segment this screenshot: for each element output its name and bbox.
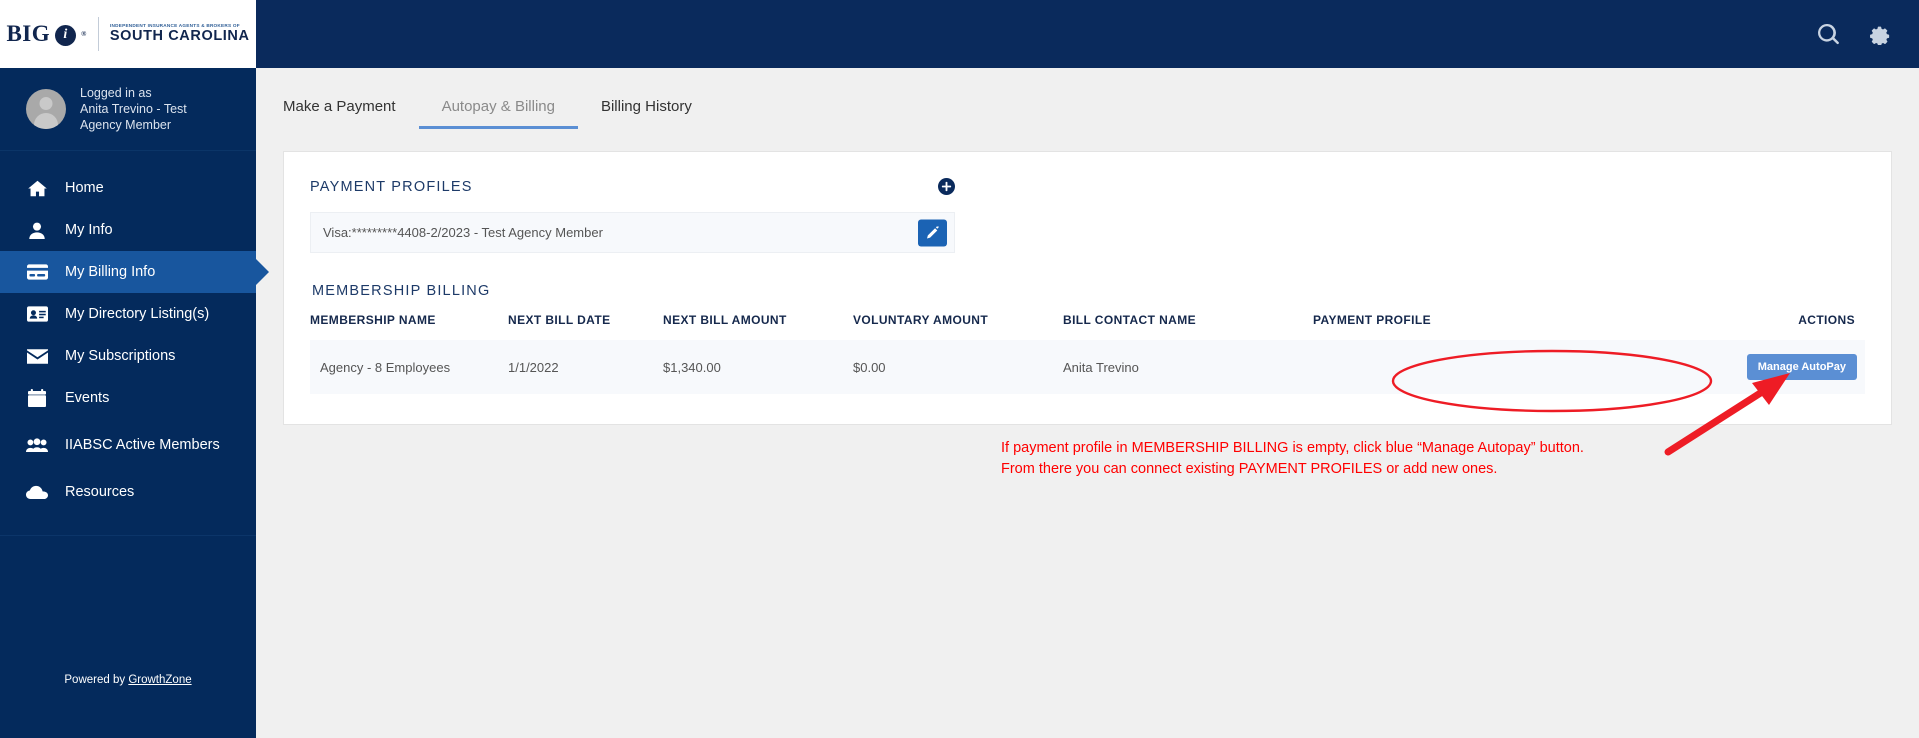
- sidebar-item-label: My Info: [65, 222, 113, 238]
- logged-in-label: Logged in as: [80, 86, 152, 100]
- sidebar-item-label: IIABSC Active Members: [65, 437, 220, 453]
- tab-billing-history[interactable]: Billing History: [578, 98, 715, 129]
- cell-voluntary-amount: $0.00: [853, 340, 1063, 394]
- logo-i-icon: i: [55, 24, 77, 46]
- logo-tagline: INDEPENDENT INSURANCE AGENTS & BROKERS O…: [109, 22, 240, 28]
- sidebar-item-resources[interactable]: Resources: [0, 471, 256, 513]
- content: Make a Payment Autopay & Billing Billing…: [256, 68, 1919, 738]
- home-icon: [26, 178, 48, 198]
- membership-billing-table: MEMBERSHIP NAME NEXT BILL DATE NEXT BILL…: [310, 313, 1865, 394]
- cell-next-bill-amount: $1,340.00: [663, 340, 853, 394]
- col-membership-name: MEMBERSHIP NAME: [310, 313, 436, 327]
- cell-next-bill-date: 1/1/2022: [508, 340, 663, 394]
- sidebar-item-label: Home: [65, 180, 104, 196]
- col-next-bill-amount: NEXT BILL AMOUNT: [663, 313, 787, 327]
- sidebar: BIG i ® INDEPENDENT INSURANCE AGENTS & B…: [0, 0, 256, 738]
- logged-in-user-panel[interactable]: Logged in as Anita Trevino - Test Agency…: [0, 68, 256, 151]
- avatar: [26, 89, 66, 129]
- tab-autopay-and-billing[interactable]: Autopay & Billing: [418, 98, 578, 129]
- col-actions: ACTIONS: [1798, 313, 1855, 327]
- logo-text-big: BIG: [6, 21, 51, 46]
- col-payment-profile: PAYMENT PROFILE: [1313, 313, 1432, 327]
- sidebar-item-label: My Directory Listing(s): [65, 306, 210, 322]
- main-area: Make a Payment Autopay & Billing Billing…: [256, 0, 1919, 738]
- user-icon: [26, 220, 48, 240]
- sidebar-item-iiabsc-active-members[interactable]: IIABSC Active Members: [0, 419, 256, 471]
- sidebar-item-my-billing-info[interactable]: My Billing Info: [0, 251, 256, 293]
- billing-tabs: Make a Payment Autopay & Billing Billing…: [283, 98, 1892, 129]
- sidebar-item-home[interactable]: Home: [0, 167, 256, 209]
- table-row: Agency - 8 Employees 1/1/2022 $1,340.00 …: [310, 340, 1865, 394]
- logo-state-name: SOUTH CAROLINA: [109, 28, 250, 45]
- gear-icon[interactable]: [1869, 24, 1890, 45]
- cell-bill-contact-name: Anita Trevino: [1063, 340, 1313, 394]
- sidebar-divider: [0, 535, 256, 536]
- sidebar-item-label: My Subscriptions: [65, 348, 176, 364]
- credit-card-icon: [26, 262, 48, 282]
- col-voluntary-amount: VOLUNTARY AMOUNT: [853, 313, 989, 327]
- payment-profiles-header: PAYMENT PROFILES: [310, 178, 955, 195]
- sidebar-nav: Home My Info My Billing Info My Director…: [0, 151, 256, 536]
- id-card-icon: [26, 304, 48, 324]
- app-root: BIG i ® INDEPENDENT INSURANCE AGENTS & B…: [0, 0, 1919, 738]
- user-name: Anita Trevino - Test: [80, 102, 187, 116]
- tab-make-a-payment[interactable]: Make a Payment: [283, 98, 419, 129]
- logo-divider: [97, 17, 99, 51]
- sidebar-item-label: Resources: [65, 484, 135, 500]
- plus-circle-icon[interactable]: [938, 178, 955, 195]
- pencil-icon[interactable]: [918, 219, 947, 246]
- col-next-bill-date: NEXT BILL DATE: [508, 313, 611, 327]
- powered-by: Powered by GrowthZone: [0, 674, 256, 738]
- membership-billing-title: MEMBERSHIP BILLING: [312, 283, 491, 299]
- payment-profile-row[interactable]: Visa:*********4408-2/2023 - Test Agency …: [310, 212, 955, 253]
- logo-registered-mark: ®: [81, 30, 87, 38]
- billing-card: PAYMENT PROFILES Visa:*********4408-2/20…: [283, 151, 1892, 425]
- powered-by-label: Powered by: [64, 674, 126, 686]
- brand-logo[interactable]: BIG i ® INDEPENDENT INSURANCE AGENTS & B…: [0, 0, 256, 68]
- manage-autopay-button[interactable]: Manage AutoPay: [1746, 354, 1857, 380]
- sidebar-item-events[interactable]: Events: [0, 377, 256, 419]
- growthzone-link[interactable]: GrowthZone: [128, 674, 191, 686]
- sidebar-item-my-directory-listings[interactable]: My Directory Listing(s): [0, 293, 256, 335]
- table-header-row: MEMBERSHIP NAME NEXT BILL DATE NEXT BILL…: [310, 313, 1865, 340]
- logo-big-i: BIG i ®: [6, 21, 86, 47]
- cell-actions: Manage AutoPay: [1745, 340, 1865, 394]
- envelope-icon: [26, 346, 48, 366]
- cell-membership-name: Agency - 8 Employees: [310, 340, 508, 394]
- sidebar-item-my-info[interactable]: My Info: [0, 209, 256, 251]
- sidebar-item-label: Events: [65, 390, 110, 406]
- payment-profiles-title: PAYMENT PROFILES: [310, 178, 473, 195]
- user-role: Agency Member: [80, 118, 172, 132]
- calendar-icon: [26, 388, 48, 408]
- cloud-icon: [26, 482, 48, 502]
- topbar: [256, 0, 1919, 68]
- sidebar-item-my-subscriptions[interactable]: My Subscriptions: [0, 335, 256, 377]
- search-icon[interactable]: [1818, 23, 1839, 45]
- col-bill-contact-name: BILL CONTACT NAME: [1063, 313, 1197, 327]
- sidebar-item-label: My Billing Info: [65, 264, 156, 280]
- cell-payment-profile: [1313, 340, 1745, 394]
- users-icon: [26, 435, 48, 455]
- payment-profile-text: Visa:*********4408-2/2023 - Test Agency …: [323, 225, 603, 240]
